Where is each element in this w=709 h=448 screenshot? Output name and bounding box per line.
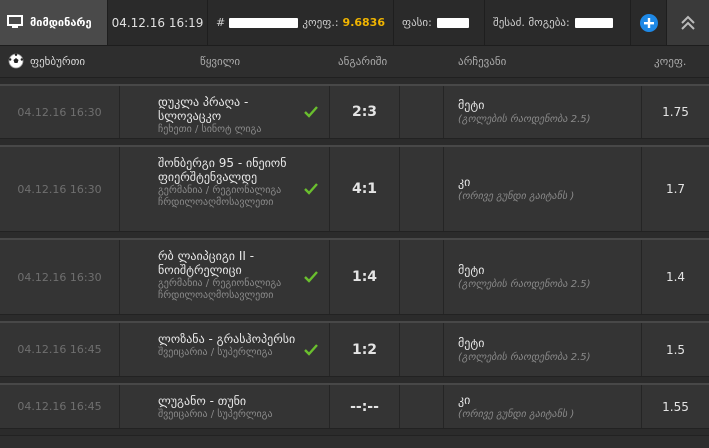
event-time: 04.12.16 16:30 bbox=[0, 147, 120, 231]
possible-win-label: შესაძ. მოგება: bbox=[493, 16, 570, 29]
event-cell: დუკლა პრაღა - სლოვაცკო ჩეხეთი / სინოტ ლი… bbox=[120, 86, 330, 138]
pick-odds: 1.5 bbox=[665, 342, 686, 357]
event-score: 2:3 bbox=[330, 86, 400, 138]
event-league: გერმანია / რეგიონალიგა ჩრდილოაღმოსავლეთი bbox=[158, 185, 282, 208]
monitor-icon bbox=[7, 14, 23, 31]
table-row: 04.12.16 16:45 ლოზანა - გრასჰოპერსი შვეი… bbox=[0, 321, 709, 377]
coupon-odds-label: კოეფ.: bbox=[302, 16, 339, 29]
live-tab-label: მიმდინარე bbox=[30, 16, 92, 29]
pick-odds: 1.4 bbox=[665, 270, 686, 284]
event-cell: შონბერგი 95 - ინეიონ ფიერშტენვალდე გერმა… bbox=[120, 147, 330, 231]
event-time: 04.12.16 16:30 bbox=[0, 240, 120, 314]
score-column-header: ანგარიში bbox=[338, 55, 388, 68]
pick-cell: კი (ორივე გუნდი გაიტანს ) bbox=[444, 147, 642, 231]
plus-circle-icon bbox=[639, 13, 658, 32]
event-teams: ლოზანა - გრასჰოპერსი bbox=[158, 332, 296, 346]
event-cell: ლოზანა - გრასჰოპერსი შვეიცარია / სუპერლი… bbox=[120, 323, 330, 376]
pick-cell: მეტი (გოლების რაოდენობა 2.5) bbox=[444, 86, 642, 138]
coupon-id-odds: # კოეფ.: 9.6836 bbox=[208, 0, 394, 45]
pick-market: (გოლების რაოდენობა 2.5) bbox=[458, 351, 591, 363]
pick-cell: მეტი (გოლების რაოდენობა 2.5) bbox=[444, 323, 642, 376]
pick-value: მეტი bbox=[458, 263, 485, 277]
coupon-price: ფასი: bbox=[394, 0, 485, 45]
event-teams: ლუგანო - თუნი bbox=[158, 394, 247, 408]
pick-cell: მეტი (გოლების რაოდენობა 2.5) bbox=[444, 240, 642, 314]
checkmark-icon bbox=[304, 106, 318, 118]
football-icon bbox=[8, 53, 24, 72]
event-time: 04.12.16 16:30 bbox=[0, 86, 120, 138]
pick-column-header: არჩევანი bbox=[458, 55, 507, 68]
checkmark-icon bbox=[304, 183, 318, 195]
pick-odds: 1.55 bbox=[662, 399, 689, 414]
table-row: 04.12.16 16:45 ლუგანო - თუნი შვეიცარია /… bbox=[0, 383, 709, 429]
table-header: ფეხბურთი წყვილი ანგარიში არჩევანი კოეფ. bbox=[0, 46, 709, 78]
collapse-button[interactable] bbox=[667, 0, 709, 45]
table-row: 04.12.16 16:30 შონბერგი 95 - ინეიონ ფიერ… bbox=[0, 145, 709, 232]
pick-market: (გოლების რაოდენობა 2.5) bbox=[458, 114, 591, 125]
pick-market: (გოლების რაოდენობა 2.5) bbox=[458, 279, 591, 290]
checkmark-icon bbox=[304, 343, 318, 356]
price-redacted bbox=[436, 17, 469, 28]
event-score: --:-- bbox=[330, 385, 400, 428]
checkmark-icon bbox=[304, 271, 318, 283]
event-teams: რბ ლაიპციგი II - ნოიშტრელიცი bbox=[158, 249, 255, 277]
event-league: შვეიცარია / სუპერლიგა bbox=[158, 347, 273, 358]
possible-win: შესაძ. მოგება: bbox=[485, 0, 631, 45]
event-score: 1:2 bbox=[330, 323, 400, 376]
table-footer bbox=[0, 435, 709, 448]
price-label: ფასი: bbox=[402, 16, 432, 29]
coupon-topbar: მიმდინარე 04.12.16 16:19 # კოეფ.: 9.6836… bbox=[0, 0, 709, 46]
coupon-hash: # bbox=[216, 16, 226, 29]
pick-value: მეტი bbox=[458, 98, 485, 112]
event-time: 04.12.16 16:45 bbox=[0, 385, 120, 428]
pick-odds: 1.7 bbox=[665, 182, 686, 196]
pick-value: კი bbox=[458, 392, 471, 407]
coupon-id-redacted bbox=[229, 17, 299, 28]
pick-odds: 1.75 bbox=[662, 105, 689, 119]
event-league: გერმანია / რეგიონალიგა ჩრდილოაღმოსავლეთი bbox=[158, 278, 282, 301]
double-chevron-up-icon bbox=[681, 15, 695, 30]
event-cell: ლუგანო - თუნი შვეიცარია / სუპერლიგა bbox=[120, 385, 330, 428]
live-tab[interactable]: მიმდინარე bbox=[0, 0, 108, 45]
pick-value: კი bbox=[458, 175, 471, 189]
event-column-header: წყვილი bbox=[200, 55, 241, 68]
event-teams: შონბერგი 95 - ინეიონ ფიერშტენვალდე bbox=[158, 156, 287, 184]
odds-column-header: კოეფ. bbox=[654, 55, 687, 68]
event-score: 4:1 bbox=[330, 147, 400, 231]
pick-cell: კი (ორივე გუნდი გაიტანს ) bbox=[444, 385, 642, 428]
event-cell: რბ ლაიპციგი II - ნოიშტრელიცი გერმანია / … bbox=[120, 240, 330, 314]
table-row: 04.12.16 16:30 დუკლა პრაღა - სლოვაცკო ჩე… bbox=[0, 84, 709, 139]
pick-market: (ორივე გუნდი გაიტანს ) bbox=[458, 191, 575, 202]
event-score: 1:4 bbox=[330, 240, 400, 314]
event-league: შვეიცარია / სუპერლიგა bbox=[158, 409, 273, 420]
table-row: 04.12.16 16:30 რბ ლაიპციგი II - ნოიშტრელ… bbox=[0, 238, 709, 315]
coupon-date: 04.12.16 16:19 bbox=[108, 0, 208, 45]
event-league: ჩეხეთი / სინოტ ლიგა bbox=[158, 124, 262, 135]
event-time: 04.12.16 16:45 bbox=[0, 323, 120, 376]
add-button[interactable] bbox=[631, 0, 667, 45]
event-teams: დუკლა პრაღა - სლოვაცკო bbox=[158, 95, 249, 123]
sport-label: ფეხბურთი bbox=[30, 55, 86, 68]
coupon-odds-value: 9.6836 bbox=[342, 16, 385, 29]
pick-market: (ორივე გუნდი გაიტანს ) bbox=[458, 408, 575, 420]
pick-value: მეტი bbox=[458, 335, 485, 350]
possible-win-redacted bbox=[574, 17, 613, 28]
